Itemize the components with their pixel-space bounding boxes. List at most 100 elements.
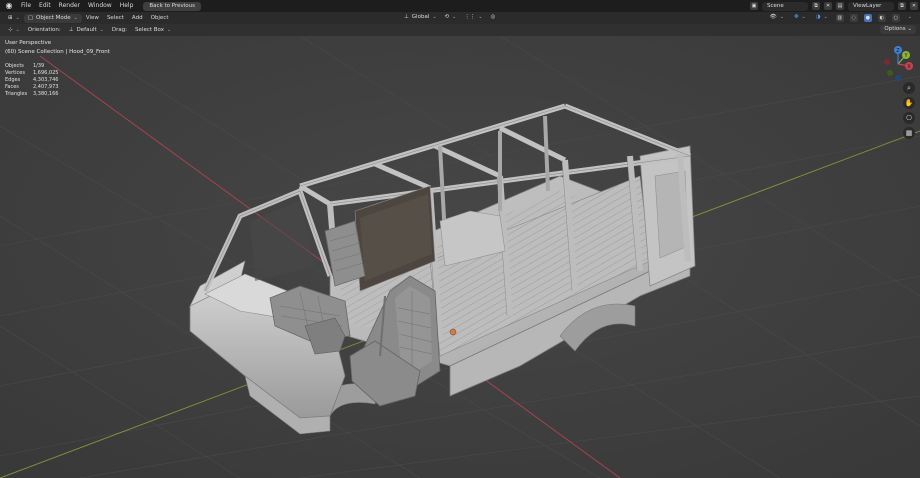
scene-statistics: Objects 1/39 Vertices 1,696,025 Edges 4,303… — [5, 63, 58, 98]
x-axis-label: X — [907, 64, 911, 70]
chevron-down-icon: ⌄ — [432, 14, 437, 20]
transform-label: Global — [411, 14, 430, 20]
blender-logo-icon[interactable]: ◉ — [4, 1, 14, 11]
shading-options-dropdown[interactable]: ⌄ — [904, 13, 916, 22]
viewlayer-browse-icon[interactable]: ▤ — [836, 2, 844, 10]
menu-edit[interactable]: Edit — [35, 0, 55, 12]
gizmo-toggle[interactable]: ✥ ⌄ — [790, 13, 810, 22]
neg-y-handle[interactable] — [887, 70, 893, 76]
mode-label: Object Mode — [36, 14, 71, 21]
object-mode-icon: ▢ — [27, 14, 34, 21]
gizmo-icon: ✥ — [793, 14, 799, 20]
menu-add[interactable]: Add — [128, 12, 147, 24]
visibility-dropdown[interactable]: 👁 ⌄ — [766, 13, 788, 22]
stat-row: Edges 4,303,746 — [5, 77, 59, 83]
solid-icon: ● — [865, 14, 870, 21]
orientation-dropdown[interactable]: ⊥ Default ⌄ — [65, 26, 108, 35]
stat-row: Objects 1/39 — [5, 63, 45, 69]
scene-collection-label: (60) Scene Collection | Hood_09_Front — [5, 49, 110, 55]
menu-view[interactable]: View — [82, 12, 103, 24]
orientation-icon: ⊥ — [68, 26, 74, 33]
camera-view-icon[interactable]: ⎔ — [903, 112, 915, 124]
transform-controls: ⊥ Global ⌄ ⟲ ⌄ ⋮⋮ ⌄ ◎ — [400, 13, 499, 22]
viewlayer-copy-icon[interactable]: ⧉ — [898, 2, 906, 10]
pivot-icon: ⟲ — [444, 14, 450, 20]
options-dropdown[interactable]: Options ⌄ — [880, 25, 916, 34]
eye-icon: 👁 — [769, 14, 777, 20]
navigation-gizmo[interactable]: X Y Z — [878, 44, 918, 84]
chevron-down-icon: ⌄ — [907, 14, 912, 20]
stat-row: Faces 2,407,973 — [5, 84, 59, 90]
chevron-down-icon: ⌄ — [73, 14, 78, 21]
scene-close-icon[interactable]: ✕ — [824, 2, 832, 10]
overlays-toggle[interactable]: ◑ ⌄ — [812, 13, 832, 22]
chevron-down-icon: ⌄ — [99, 26, 104, 33]
shading-controls: 👁 ⌄ ✥ ⌄ ◑ ⌄ ▥ ◌ ● ◐ ○ ⌄ — [766, 13, 916, 22]
stat-row: Triangles 3,380,166 — [5, 91, 59, 97]
shading-material-button[interactable]: ◐ — [877, 13, 886, 22]
neg-x-handle[interactable] — [884, 59, 890, 65]
global-axes-icon: ⊥ — [404, 14, 409, 20]
xray-icon: ▥ — [837, 14, 843, 21]
viewport-nav-tools: ⌕ ✋ ⎔ ▦ — [903, 82, 915, 139]
neg-z-handle[interactable] — [895, 75, 901, 81]
menu-window[interactable]: Window — [84, 0, 116, 12]
chevron-down-icon: ⌄ — [478, 14, 483, 20]
chevron-down-icon: ⌄ — [15, 14, 20, 21]
chevron-down-icon: ⌄ — [907, 26, 912, 32]
chevron-down-icon: ⌄ — [167, 26, 172, 33]
pivot-point-dropdown[interactable]: ⟲ ⌄ — [441, 13, 461, 22]
stat-row: Vertices 1,696,025 — [5, 70, 59, 76]
menu-select[interactable]: Select — [103, 12, 128, 24]
drag-label: Drag: — [111, 27, 128, 33]
chevron-down-icon: ⌄ — [452, 14, 457, 20]
top-bar: ◉ File Edit Render Window Help Back to P… — [0, 0, 920, 12]
chevron-down-icon: ⌄ — [15, 26, 20, 33]
menu-object[interactable]: Object — [147, 12, 173, 24]
tool-dropdown[interactable]: ⊹ ⌄ — [4, 26, 24, 35]
mode-dropdown[interactable]: ▢ Object Mode ⌄ — [23, 13, 82, 23]
rendered-icon: ○ — [893, 14, 898, 21]
transform-orientation-dropdown[interactable]: ⊥ Global ⌄ — [400, 13, 441, 22]
proportional-editing-toggle[interactable]: ◎ — [487, 13, 500, 22]
tool-settings-header: ⊹ ⌄ Orientation: ⊥ Default ⌄ Drag: Select… — [0, 24, 920, 36]
menu-render[interactable]: Render — [55, 0, 84, 12]
back-to-previous-button[interactable]: Back to Previous — [143, 1, 202, 11]
menu-file[interactable]: File — [17, 0, 35, 12]
view-perspective-label: User Perspective — [5, 40, 52, 46]
snap-icon: ⋮⋮ — [464, 14, 476, 20]
zoom-icon[interactable]: ⌕ — [903, 82, 915, 94]
scene-field[interactable]: Scene — [762, 1, 808, 11]
scene-copy-icon[interactable]: ⧉ — [812, 2, 820, 10]
menu-help[interactable]: Help — [116, 0, 138, 12]
object-origin-marker[interactable] — [449, 328, 457, 336]
overlays-icon: ◑ — [815, 14, 821, 20]
z-axis-label: Z — [896, 48, 900, 54]
chevron-down-icon: ⌄ — [823, 14, 828, 20]
pan-hand-icon[interactable]: ✋ — [903, 97, 915, 109]
viewlayer-close-icon[interactable]: ✕ — [910, 2, 918, 10]
material-icon: ◐ — [879, 14, 884, 21]
scene-browse-icon[interactable]: ▣ — [750, 2, 758, 10]
3d-viewport[interactable]: User Perspective (60) Scene Collection |… — [0, 36, 920, 478]
xray-toggle[interactable]: ▥ — [835, 13, 844, 22]
snap-dropdown[interactable]: ⋮⋮ ⌄ — [460, 13, 486, 22]
options-label: Options — [884, 26, 906, 32]
viewport-scene[interactable] — [0, 36, 920, 478]
drag-dropdown[interactable]: Select Box ⌄ — [131, 26, 175, 35]
viewport-header: ⊞ ⌄ ▢ Object Mode ⌄ View Select Add Objec… — [0, 12, 920, 24]
editor-type-dropdown[interactable]: ⊞ ⌄ — [4, 14, 24, 23]
drag-value: Select Box — [135, 26, 164, 33]
shading-wireframe-button[interactable]: ◌ — [849, 13, 858, 22]
viewport-editor-icon: ⊞ — [8, 14, 13, 21]
shading-rendered-button[interactable]: ○ — [891, 13, 900, 22]
shading-solid-button[interactable]: ● — [863, 13, 872, 22]
orientation-label: Orientation: — [27, 27, 61, 33]
chevron-down-icon: ⌄ — [801, 14, 806, 20]
wireframe-icon: ◌ — [851, 14, 856, 21]
proportional-icon: ◎ — [490, 14, 496, 20]
orientation-value: Default — [76, 26, 97, 33]
top-right-controls: ▣ Scene ⧉ ✕ ▤ ViewLayer ⧉ ✕ — [748, 0, 920, 12]
viewlayer-field[interactable]: ViewLayer — [848, 1, 894, 11]
perspective-grid-icon[interactable]: ▦ — [903, 127, 915, 139]
